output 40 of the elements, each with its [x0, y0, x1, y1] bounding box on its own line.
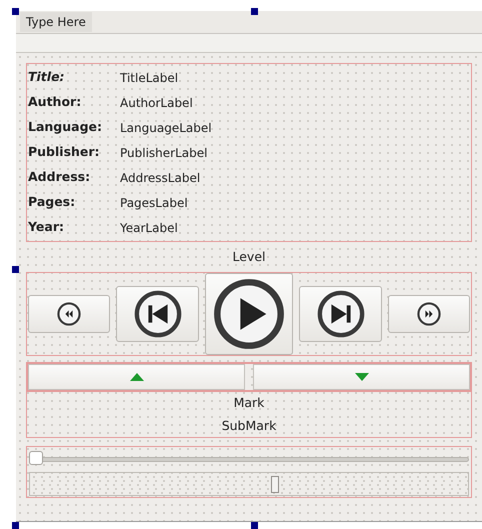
scroll-handle[interactable] — [270, 476, 279, 493]
previous-icon — [134, 290, 182, 338]
selection-handle[interactable] — [12, 8, 19, 15]
rewind-icon — [57, 302, 81, 326]
media-button[interactable] — [116, 286, 199, 342]
level-label: Level — [232, 248, 266, 266]
field-value: PublisherLabel — [120, 144, 208, 162]
selection-handle[interactable] — [251, 522, 258, 529]
field-label: Language: — [28, 118, 104, 136]
field-label: Title: — [28, 68, 66, 86]
field-value: LanguageLabel — [120, 120, 212, 136]
media-button[interactable] — [388, 295, 470, 333]
mark-label: Mark — [234, 394, 264, 412]
next-icon — [316, 290, 364, 338]
field-label: Address: — [28, 168, 92, 186]
down-button[interactable] — [253, 364, 470, 390]
submark-label: SubMark — [222, 416, 276, 434]
scroll-bar[interactable] — [29, 472, 469, 496]
media-button[interactable] — [299, 286, 382, 342]
field-value: TitleLabel — [120, 70, 178, 86]
forward-icon — [417, 302, 441, 326]
menu-placeholder[interactable]: Type Here — [20, 12, 92, 32]
field-value: AuthorLabel — [120, 94, 193, 112]
selection-handle[interactable] — [251, 8, 258, 15]
up-arrow-icon — [130, 373, 144, 381]
play-icon — [213, 278, 285, 350]
field-value: AddressLabel — [120, 170, 200, 186]
field-label: Publisher: — [28, 143, 101, 162]
field-label: Author: — [28, 93, 82, 112]
slider-handle[interactable] — [29, 451, 43, 465]
selection-handle[interactable] — [12, 266, 19, 273]
down-arrow-icon — [354, 373, 368, 381]
media-button[interactable] — [28, 295, 110, 333]
field-value: YearLabel — [120, 220, 178, 236]
media-button[interactable] — [205, 273, 293, 355]
field-value: PagesLabel — [120, 194, 188, 212]
field-label: Year: — [28, 218, 65, 236]
up-button[interactable] — [28, 364, 245, 390]
selection-handle[interactable] — [12, 522, 19, 529]
field-label: Pages: — [28, 193, 76, 212]
